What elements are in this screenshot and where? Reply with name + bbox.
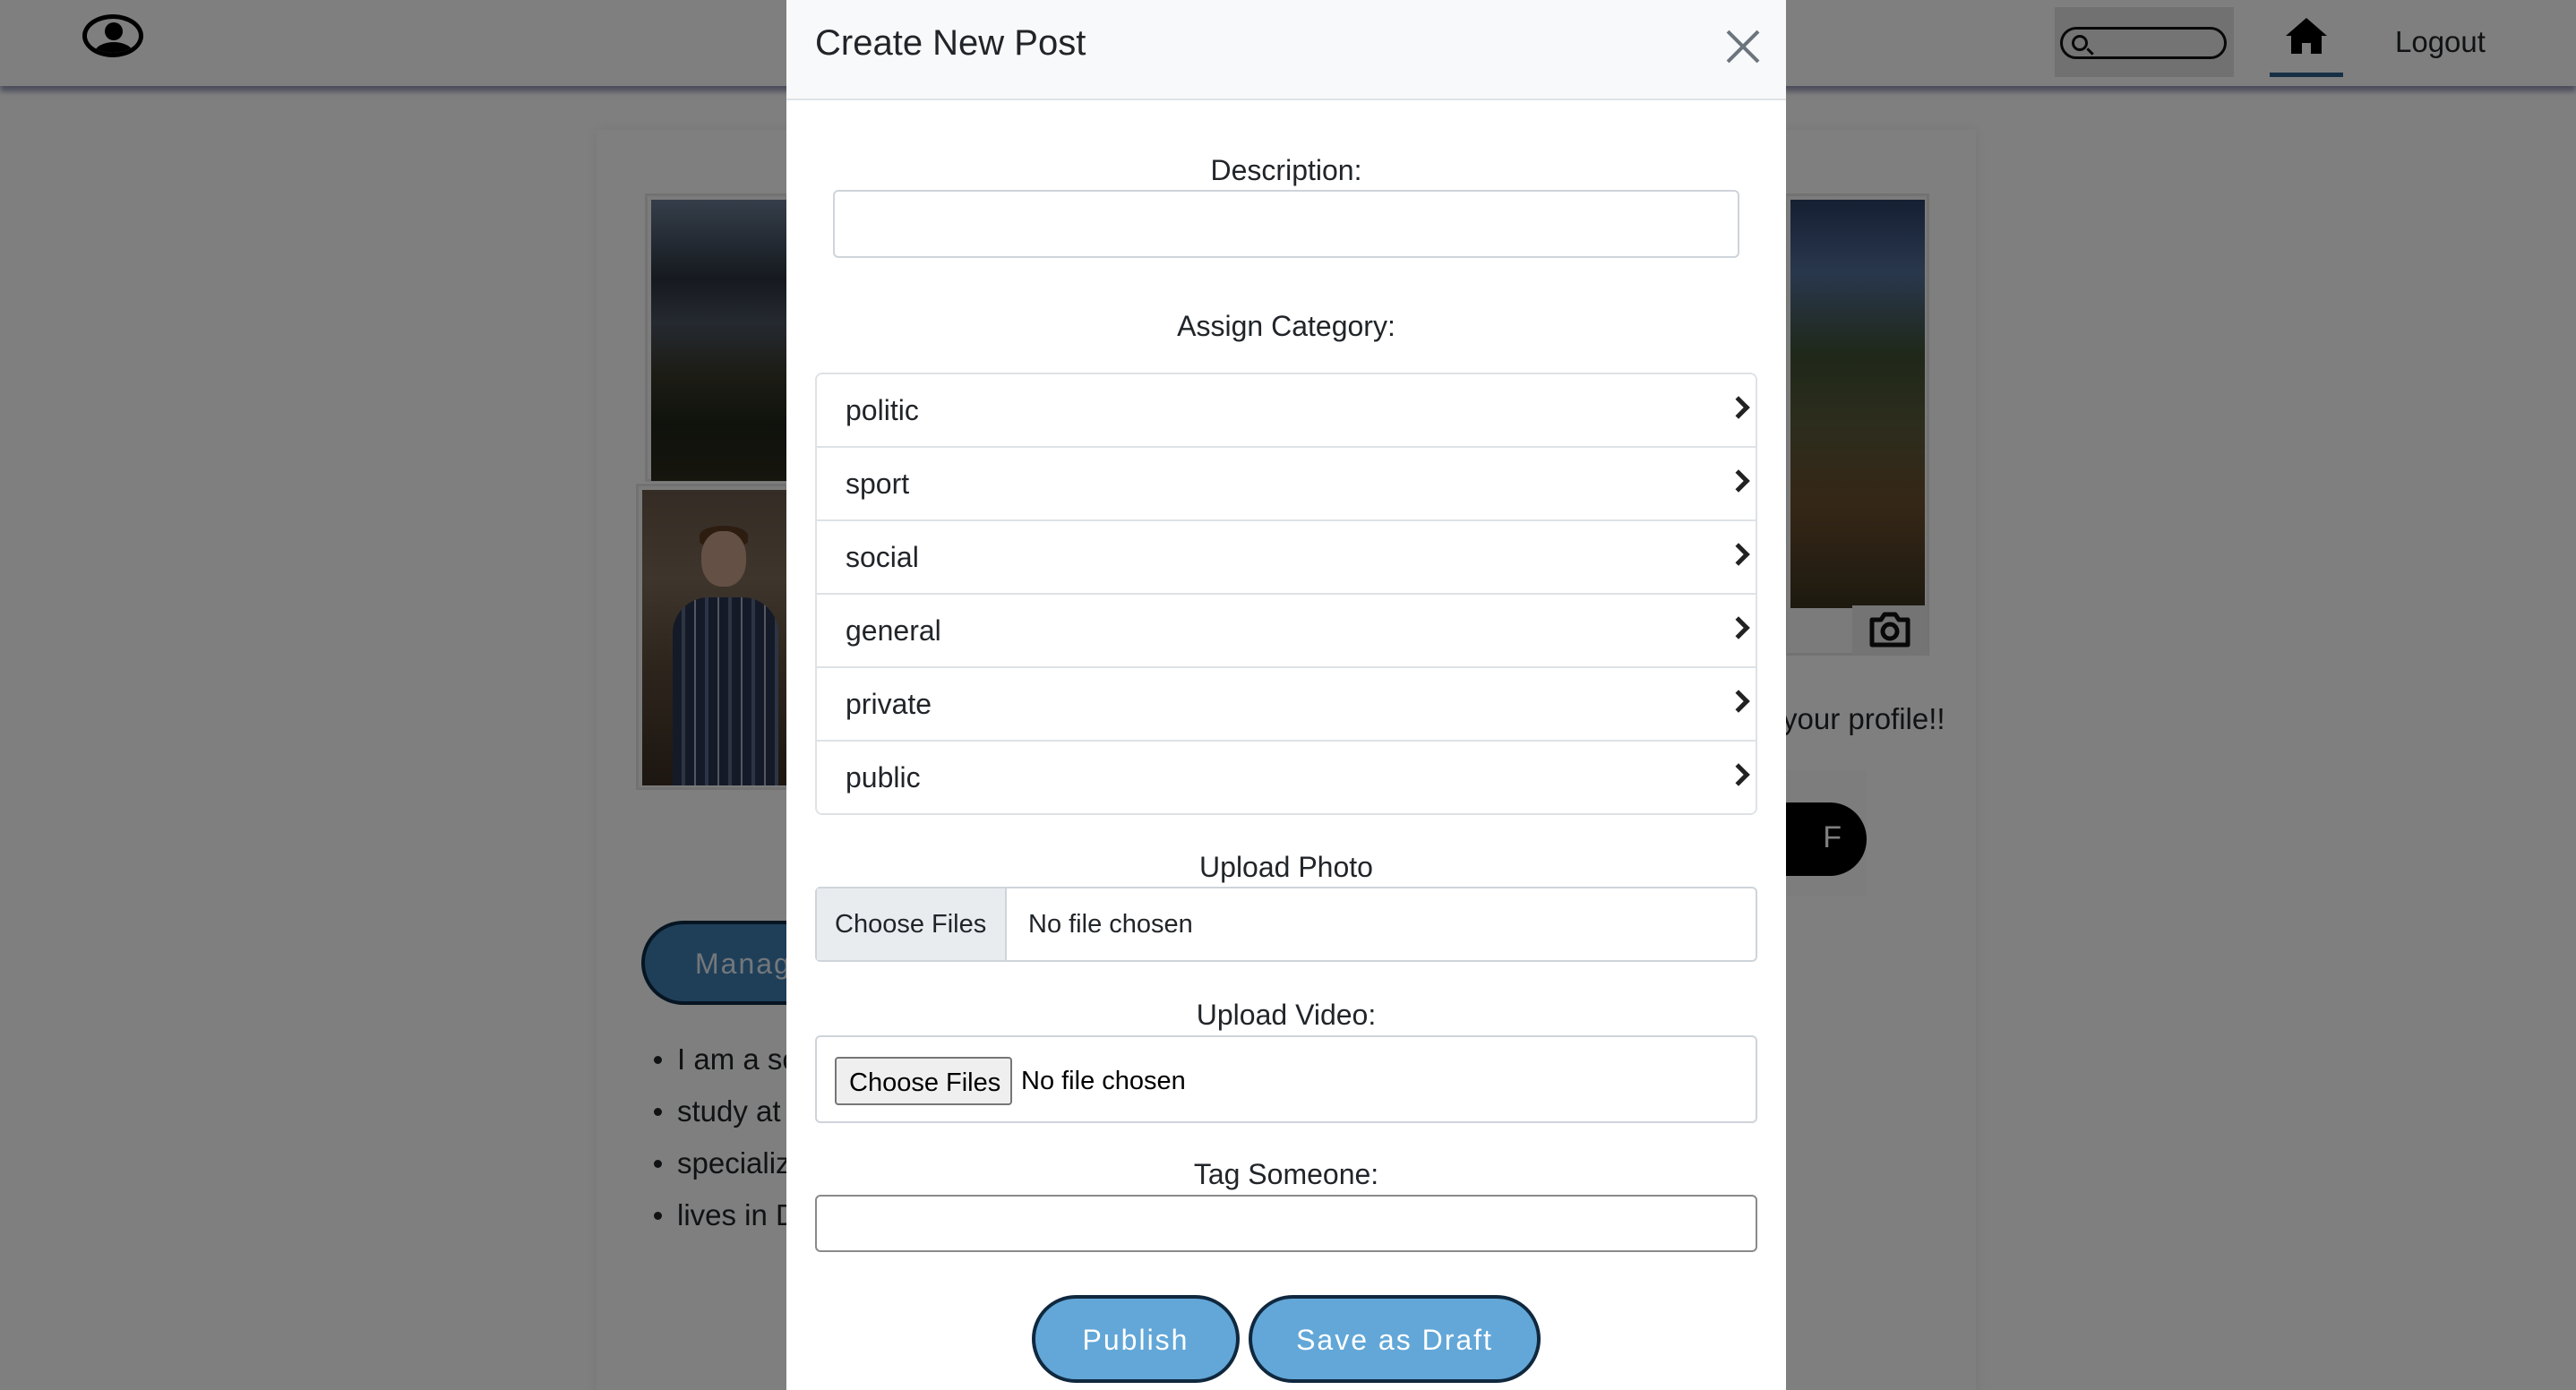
- save-draft-button[interactable]: Save as Draft: [1249, 1295, 1541, 1383]
- category-item-label: sport: [846, 468, 910, 500]
- chevron-right-icon: [1727, 616, 1750, 639]
- category-item-public[interactable]: public: [817, 742, 1756, 813]
- publish-button-label: Publish: [1082, 1324, 1189, 1356]
- category-item-social[interactable]: social: [817, 521, 1756, 595]
- upload-video-label: Upload Video:: [1196, 999, 1377, 1031]
- modal-title: Create New Post: [815, 23, 1086, 63]
- upload-photo-field: Choose Files No file chosen: [815, 887, 1757, 962]
- category-item-label: general: [846, 614, 941, 647]
- chevron-right-icon: [1727, 396, 1750, 419]
- category-label: Assign Category:: [1177, 310, 1395, 342]
- chevron-right-icon: [1727, 763, 1750, 786]
- category-list: politic sport social general private pub…: [815, 373, 1757, 815]
- chevron-right-icon: [1727, 469, 1750, 493]
- choose-video-label: Choose Files: [849, 1068, 1001, 1097]
- tag-label: Tag Someone:: [1193, 1158, 1379, 1190]
- category-item-sport[interactable]: sport: [817, 448, 1756, 521]
- choose-video-button[interactable]: Choose Files: [835, 1057, 1012, 1105]
- chevron-right-icon: [1727, 690, 1750, 713]
- category-item-label: private: [846, 688, 932, 720]
- category-item-politic[interactable]: politic: [817, 374, 1756, 448]
- publish-button[interactable]: Publish: [1032, 1295, 1240, 1383]
- choose-photo-label: Choose Files: [835, 910, 987, 939]
- create-post-modal: Create New Post Description: Assign Cate…: [786, 0, 1786, 1390]
- upload-video-field: Choose Files No file chosen: [815, 1035, 1757, 1123]
- category-item-label: social: [846, 541, 919, 573]
- category-item-general[interactable]: general: [817, 595, 1756, 668]
- choose-photo-button[interactable]: Choose Files: [817, 888, 1007, 960]
- tag-input[interactable]: [815, 1195, 1757, 1252]
- description-input[interactable]: [833, 190, 1739, 258]
- category-item-label: public: [846, 761, 921, 794]
- photo-file-status: No file chosen: [1028, 910, 1193, 939]
- save-draft-button-label: Save as Draft: [1296, 1324, 1493, 1356]
- upload-photo-label: Upload Photo: [1199, 851, 1373, 883]
- chevron-right-icon: [1727, 543, 1750, 566]
- description-label: Description:: [1210, 154, 1362, 186]
- category-item-private[interactable]: private: [817, 668, 1756, 742]
- category-item-label: politic: [846, 394, 919, 426]
- video-file-status: No file chosen: [1021, 1067, 1186, 1095]
- close-icon[interactable]: [1722, 25, 1765, 68]
- modal-header: Create New Post: [786, 0, 1786, 100]
